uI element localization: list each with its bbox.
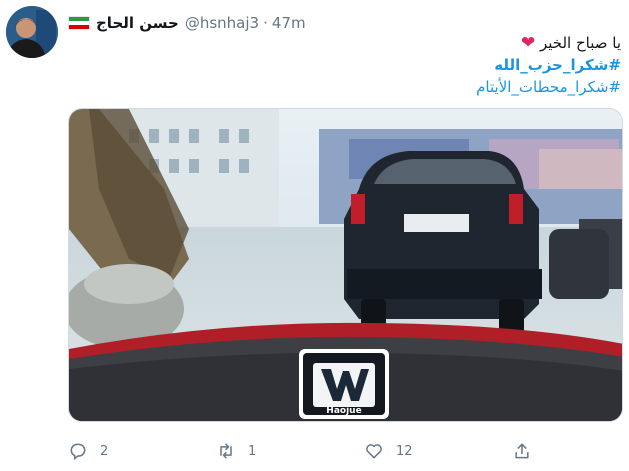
retweet-count: 1: [248, 443, 257, 459]
tweet[interactable]: حسن الحاج @hsnhaj3 · 47m يا صباح الخير ❤…: [0, 0, 629, 471]
greeting-text: يا صباح الخير: [539, 34, 621, 52]
share-button[interactable]: [512, 437, 544, 465]
like-count: 12: [396, 443, 413, 459]
retweet-icon: [220, 443, 232, 459]
tweet-header: حسن الحاج @hsnhaj3 · 47m: [68, 12, 306, 34]
like-button[interactable]: 12: [364, 437, 413, 465]
reply-button[interactable]: 2: [68, 437, 108, 465]
iran-flag-icon: [68, 16, 90, 30]
tweet-photo[interactable]: Haojue: [68, 108, 623, 422]
separator-dot: ·: [263, 14, 268, 32]
tweet-line-greeting: يا صباح الخير ❤: [66, 32, 621, 54]
retweet-button[interactable]: 1: [216, 437, 256, 465]
badge-brand-text: Haojue: [326, 406, 361, 416]
hashtag-hezbollah[interactable]: #شكرا_حزب_الله: [66, 54, 621, 76]
heart-icon: ❤: [520, 33, 536, 53]
reply-icon: [70, 443, 86, 460]
user-handle[interactable]: @hsnhaj3: [185, 14, 259, 32]
like-heart-icon: [366, 444, 382, 459]
timestamp[interactable]: 47m: [272, 14, 306, 32]
reply-count: 2: [100, 443, 109, 459]
avatar-image: [6, 6, 58, 58]
avatar[interactable]: [6, 6, 58, 58]
share-icon: [515, 443, 529, 459]
hashtag-stations[interactable]: #شكرا_محطات_الأيتام: [66, 76, 621, 98]
tweet-text: يا صباح الخير ❤ #شكرا_حزب_الله #شكرا_محط…: [66, 32, 621, 98]
street-photo: Haojue: [69, 109, 622, 421]
display-name[interactable]: حسن الحاج: [96, 14, 179, 32]
action-bar: 2 1 12: [68, 437, 623, 465]
